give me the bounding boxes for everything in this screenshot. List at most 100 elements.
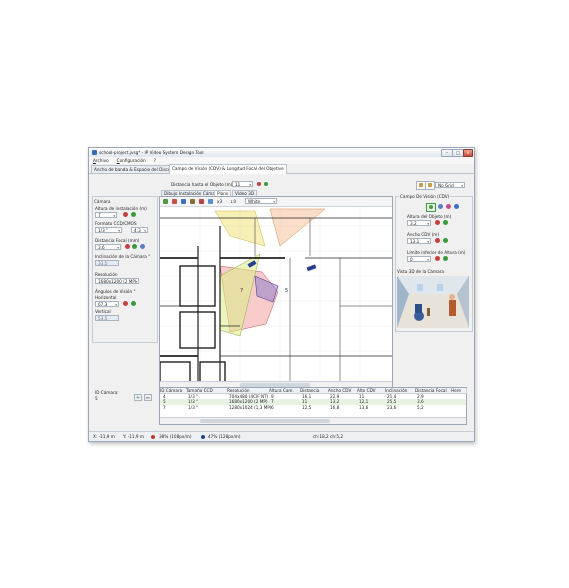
status-y: Y: -11,9 m — [123, 434, 144, 439]
object-height-increase-icon[interactable] — [443, 220, 448, 225]
camera-id-label: ID Cámara: — [95, 390, 119, 395]
status-x: X: -11,9 m — [93, 434, 115, 439]
object-height-input[interactable]: 3,2 ▾ — [407, 220, 431, 226]
camera-table: ID Cámara Tamaño CCD Resolución Altura C… — [159, 387, 467, 425]
angle-increase-icon[interactable] — [131, 301, 136, 306]
zoom-level-label: x3 — [217, 199, 223, 204]
chevron-down-icon: ▾ — [113, 214, 115, 218]
lens-icon[interactable] — [140, 244, 145, 249]
distance-increase-icon[interactable] — [264, 182, 268, 186]
chevron-down-icon: ▾ — [144, 229, 146, 233]
camera-id-value: 5 — [95, 396, 98, 401]
pixel-density-blue-icon — [201, 435, 205, 439]
zoom-in-icon — [419, 183, 423, 187]
menu-configuracion[interactable]: Configuración — [117, 158, 146, 163]
fov-width-increase-icon[interactable] — [443, 238, 448, 243]
app-window: school-project.jvsg* - IP Video System D… — [88, 147, 475, 442]
menu-archivo[interactable]: Archivo — [93, 158, 109, 163]
plan-walls — [160, 217, 392, 397]
column-header[interactable]: Altura Cam. — [269, 388, 301, 394]
tab-bandwidth[interactable]: Ancho de banda & Espacio del Disco — [91, 165, 174, 173]
resolution-label: Resolución — [95, 272, 118, 277]
chevron-down-icon: ▾ — [115, 303, 117, 307]
tilt-value: 33,5 — [95, 260, 119, 266]
lower-height-input[interactable]: 0 ▾ — [407, 256, 431, 262]
plan-grid — [160, 206, 392, 397]
floor-plan-drawing[interactable]: 7 5 — [160, 206, 392, 397]
chevron-down-icon: ▾ — [135, 280, 137, 284]
height-increase-icon[interactable] — [131, 212, 136, 217]
rotate-tool-icon[interactable] — [181, 199, 186, 204]
scroll-thumb[interactable] — [200, 419, 330, 423]
camera-group-title: Cámara — [94, 199, 111, 204]
title-bar: school-project.jvsg* - IP Video System D… — [89, 148, 474, 157]
tilt-label: Inclinación de la Cámara ° — [95, 254, 151, 259]
focal-increase-icon[interactable] — [132, 244, 137, 249]
fov-group-title: Campo De Visión (CDV) — [399, 194, 451, 199]
distance-input[interactable]: 11 ▾ — [232, 181, 253, 187]
main-tabs: Ancho de banda & Espacio del Disco Campo… — [89, 164, 474, 174]
vertical-label: Vertical — [95, 309, 111, 314]
select-tool-icon[interactable] — [163, 199, 168, 204]
add-camera-button[interactable]: + — [134, 394, 142, 401]
tab-fov[interactable]: Campo de Visión (CDV) & Longitud Focal d… — [169, 164, 287, 174]
camera-tool-icon[interactable] — [172, 199, 177, 204]
person-fov-toggle[interactable] — [426, 203, 436, 212]
delete-tool-icon[interactable] — [199, 199, 204, 204]
aspect-select[interactable]: 4:3 ▾ — [131, 227, 148, 233]
height-decrease-icon[interactable] — [123, 212, 128, 217]
fov-width-label: Ancho CDV (m) — [407, 232, 439, 237]
window-title: school-project.jvsg* - IP Video System D… — [99, 150, 204, 155]
object-height-label: Altura del Objeto (m) — [407, 214, 452, 219]
chevron-down-icon: ▾ — [117, 246, 119, 250]
install-height-label: Altura de instalación (m) — [95, 206, 147, 211]
horizontal-angle-input[interactable]: 67,3 ▾ — [95, 301, 119, 307]
chevron-down-icon: ▾ — [118, 229, 120, 233]
fov-width-input[interactable]: 13,1 ▾ — [407, 238, 431, 244]
column-header[interactable]: Here — [451, 388, 467, 394]
layer-label: ↓0 — [230, 199, 237, 204]
remove-camera-button[interactable]: m — [144, 394, 152, 401]
menu-help[interactable]: ? — [154, 158, 156, 163]
chevron-down-icon: ▾ — [427, 240, 429, 244]
wall-tool-icon[interactable] — [190, 199, 195, 204]
fov-width-decrease-icon[interactable] — [435, 238, 440, 243]
grid-select[interactable]: No Grid ▾ — [435, 182, 465, 188]
camera-3d-view — [397, 276, 469, 328]
focal-decrease-icon[interactable] — [125, 244, 130, 249]
zoom-out-icon — [428, 183, 432, 187]
car-icon[interactable] — [438, 204, 443, 209]
image-tool-icon[interactable] — [208, 199, 213, 204]
svg-text:5: 5 — [285, 288, 288, 294]
status-ch: ch:18,2 ch:5,2 — [313, 434, 344, 439]
close-button[interactable]: x — [463, 149, 473, 157]
lower-height-decrease-icon[interactable] — [435, 256, 440, 261]
status-density-2: 47% (128px/m) — [208, 434, 241, 439]
chevron-down-icon: ▾ — [273, 200, 275, 204]
vertical-angle-value: 53,5 — [95, 315, 119, 321]
zoom-out-tool[interactable] — [425, 181, 435, 190]
ccd-format-label: Formato CCD/CMOS — [95, 221, 137, 226]
object-height-decrease-icon[interactable] — [435, 220, 440, 225]
svg-text:7: 7 — [240, 288, 243, 294]
ccd-format-select[interactable]: 1/3 " ▾ — [95, 227, 122, 233]
chevron-down-icon: ▾ — [249, 183, 251, 187]
color-select[interactable]: White ▾ — [245, 198, 277, 204]
face-icon[interactable] — [446, 204, 451, 209]
lower-height-increase-icon[interactable] — [443, 256, 448, 261]
resolution-select[interactable]: 1680x1200 (2 MP) ▾ — [95, 278, 139, 284]
horizontal-label: Horizontal — [95, 295, 117, 300]
angle-decrease-icon[interactable] — [123, 301, 128, 306]
camera-fov-area — [269, 208, 326, 247]
lower-height-label: Límite inferior de Altura (m) — [407, 250, 466, 255]
camera-marker[interactable] — [306, 264, 317, 272]
view-angles-label: Ángulos de Visión ° — [95, 289, 136, 294]
focal-length-input[interactable]: 3,6 ▾ — [95, 244, 121, 250]
plate-icon[interactable] — [454, 204, 459, 209]
pixel-density-red-icon — [151, 435, 155, 439]
install-height-input[interactable]: 7 ▾ — [95, 212, 117, 218]
person-icon — [429, 205, 433, 209]
table-scrollbar[interactable] — [160, 417, 466, 424]
status-bar: X: -11,9 m Y: -11,9 m 38% (108px/m) 47% … — [89, 431, 474, 441]
distance-decrease-icon[interactable] — [257, 182, 261, 186]
